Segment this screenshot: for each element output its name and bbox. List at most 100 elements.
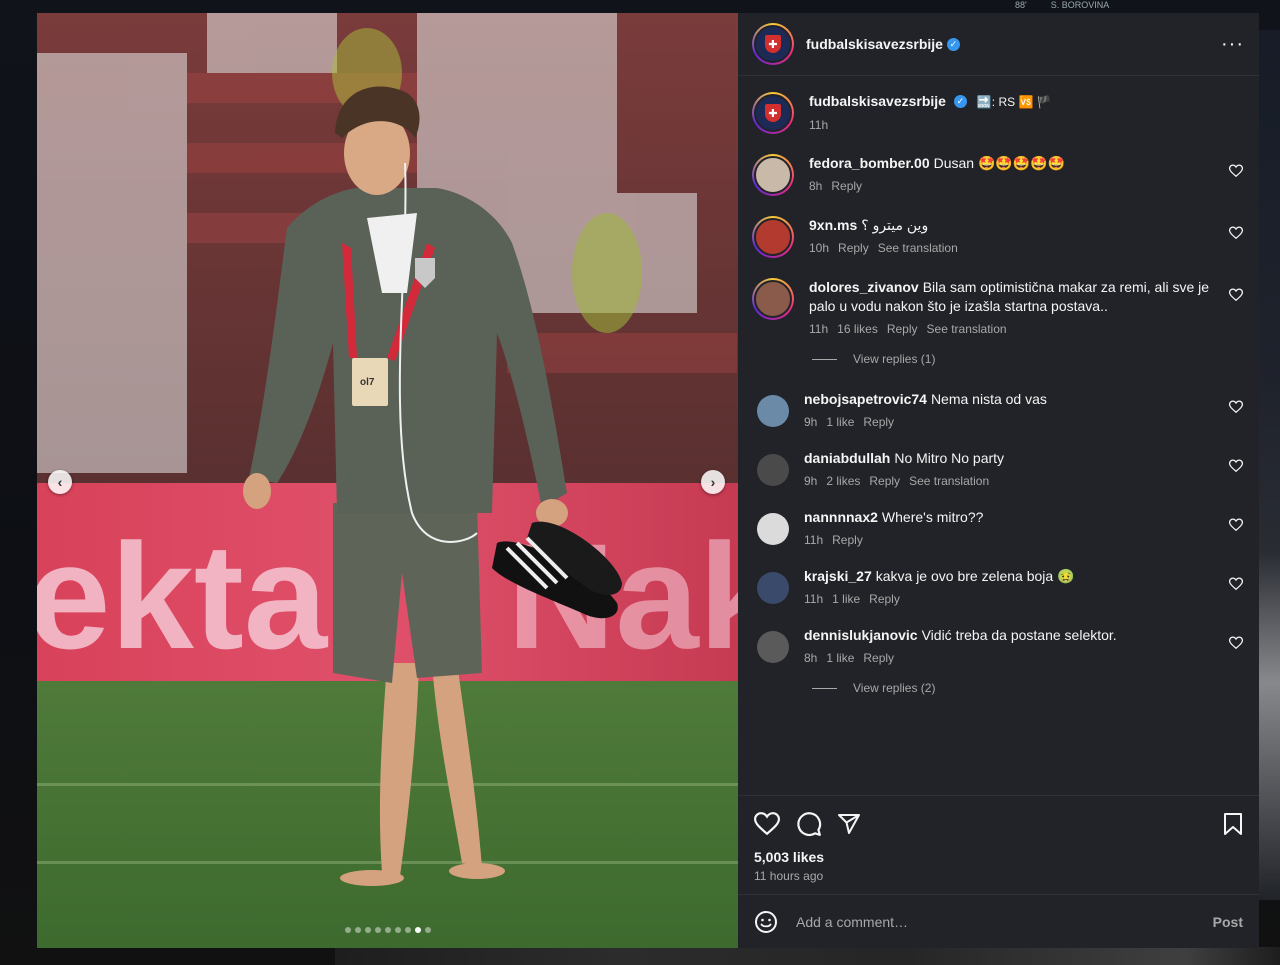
score-minute: 88' (1015, 0, 1027, 10)
comment-reply-button[interactable]: Reply (831, 179, 862, 193)
caption-text: 🔜: RS 🆚 🏴 (976, 95, 1052, 109)
post-comment-button[interactable]: Post (1213, 914, 1243, 930)
view-replies-line (812, 687, 837, 689)
comment-reply-button[interactable]: Reply (869, 474, 900, 488)
carousel-dot (394, 927, 401, 933)
comment-avatar[interactable] (757, 631, 789, 663)
comment-avatar[interactable] (752, 216, 794, 258)
comment-likes[interactable]: 16 likes (837, 322, 878, 336)
comment-reply-button[interactable]: Reply (838, 241, 869, 255)
verified-icon: ✓ (946, 37, 960, 51)
post-header: ✚ fudbalskisavezsrbije ✓ ··· (738, 13, 1259, 76)
comment-reply-button[interactable]: Reply (832, 533, 863, 547)
see-translation-button[interactable]: See translation (927, 322, 1007, 336)
comment-text: Dusan 🤩🤩🤩🤩🤩 (933, 155, 1066, 171)
comment-likes[interactable]: 1 like (826, 415, 854, 429)
comment-like-heart-icon[interactable] (1229, 636, 1243, 650)
comment-text: Vidić treba da postane selektor. (921, 627, 1117, 643)
comment-like-heart-icon[interactable] (1229, 400, 1243, 414)
post-modal: ektar Nakt (37, 13, 1259, 948)
post-time-ago: 11 hours ago (754, 869, 824, 883)
post-photo: ektar Nakt (37, 13, 738, 948)
comment-text: Nema nista od vas (930, 391, 1047, 407)
view-replies-button[interactable]: View replies (2) (812, 681, 1244, 695)
carousel-prev-button[interactable]: ‹ (48, 470, 72, 494)
comment-like-heart-icon[interactable] (1229, 577, 1243, 591)
carousel-dot (374, 927, 381, 933)
carousel-dot (384, 927, 391, 933)
comment-username[interactable]: dennislukjanovic (804, 627, 918, 643)
comment-username[interactable]: dolores_zivanov (809, 279, 919, 295)
background-feed-bottom (335, 947, 1280, 965)
fss-crest-icon: ✚ (765, 104, 781, 122)
comment-like-heart-icon[interactable] (1229, 164, 1243, 178)
comment-avatar[interactable] (757, 454, 789, 486)
comment-username[interactable]: nannnnax2 (804, 509, 878, 525)
send-icon[interactable] (837, 812, 861, 836)
view-replies-label: View replies (1) (853, 352, 936, 366)
comment-time: 8h (809, 179, 823, 193)
comment-avatar[interactable] (752, 278, 794, 320)
comment-input[interactable] (796, 913, 1213, 930)
author-username[interactable]: fudbalskisavezsrbije ✓ (806, 36, 960, 52)
comment-reply-button[interactable]: Reply (863, 651, 894, 665)
carousel-dot (414, 927, 421, 933)
post-side-panel: ✚ fudbalskisavezsrbije ✓ ··· ✚ fudbalskis… (738, 13, 1259, 948)
more-options-icon[interactable]: ··· (1221, 33, 1244, 56)
caption-author-avatar[interactable]: ✚ (752, 92, 794, 134)
comment-text: kakva je ovo bre zelena boja 🤢 (875, 568, 1075, 584)
comment-time: 11h (804, 533, 824, 547)
comment-username[interactable]: 9xn.ms (809, 217, 857, 233)
comment-username[interactable]: daniabdullah (804, 450, 890, 466)
comment-like-heart-icon[interactable] (1229, 459, 1243, 473)
comment-like-heart-icon[interactable] (1229, 226, 1243, 240)
comment-likes[interactable]: 1 like (832, 592, 860, 606)
verified-icon: ✓ (953, 94, 967, 108)
comment-item: fedora_bomber.00 Dusan 🤩🤩🤩🤩🤩 8h Reply (752, 152, 1244, 196)
comment-likes[interactable]: 1 like (826, 651, 854, 665)
comment-username[interactable]: krajski_27 (804, 568, 872, 584)
emoji-icon[interactable] (754, 910, 778, 934)
author-avatar[interactable]: ✚ (752, 23, 794, 65)
caption-username[interactable]: fudbalskisavezsrbije (809, 93, 946, 109)
comment-item: krajski_27 kakva je ovo bre zelena boja 🤢… (752, 565, 1244, 606)
likes-count[interactable]: 5,003 likes (754, 849, 1244, 865)
comment-avatar[interactable] (757, 572, 789, 604)
carousel-dot (354, 927, 361, 933)
score-player: S. BOROVINA (1050, 0, 1110, 10)
comment-item: dennislukjanovic Vidić treba da postane s… (752, 624, 1244, 665)
bookmark-icon[interactable] (1222, 812, 1244, 836)
carousel-dot (344, 927, 351, 933)
comment-icon[interactable] (796, 811, 822, 837)
carousel-dot (364, 927, 371, 933)
comment-avatar[interactable] (752, 154, 794, 196)
comment-username[interactable]: nebojsapetrovic74 (804, 391, 927, 407)
comment-avatar[interactable] (757, 513, 789, 545)
post-caption: ✚ fudbalskisavezsrbije ✓ 🔜: RS 🆚 🏴 11h (752, 90, 1244, 134)
fss-crest-icon: ✚ (765, 35, 781, 53)
comment-reply-button[interactable]: Reply (863, 415, 894, 429)
comment-like-heart-icon[interactable] (1229, 518, 1243, 532)
comment-like-heart-icon[interactable] (1229, 288, 1243, 302)
comment-avatar[interactable] (757, 395, 789, 427)
comment-reply-button[interactable]: Reply (887, 322, 918, 336)
heart-icon[interactable] (754, 812, 780, 836)
comment-item: nebojsapetrovic74 Nema nista od vas 9h 1 li… (752, 388, 1244, 429)
comments-list[interactable]: ✚ fudbalskisavezsrbije ✓ 🔜: RS 🆚 🏴 11h fe… (738, 76, 1259, 795)
comment-username[interactable]: fedora_bomber.00 (809, 155, 930, 171)
comment-text: No Mitro No party (894, 450, 1005, 466)
view-replies-line (812, 358, 837, 360)
see-translation-button[interactable]: See translation (878, 241, 958, 255)
comment-time: 11h (804, 592, 824, 606)
view-replies-button[interactable]: View replies (1) (812, 352, 1244, 366)
author-username-text: fudbalskisavezsrbije (806, 36, 943, 52)
caption-time: 11h (809, 118, 829, 132)
comment-likes[interactable]: 2 likes (826, 474, 860, 488)
post-actions: 5,003 likes 11 hours ago (738, 795, 1259, 894)
comment-text: وين ميترو ؟ (861, 217, 929, 233)
see-translation-button[interactable]: See translation (909, 474, 989, 488)
comment-time: 8h (804, 651, 818, 665)
carousel-next-button[interactable]: › (701, 470, 725, 494)
comment-reply-button[interactable]: Reply (869, 592, 900, 606)
carousel-dot (424, 927, 431, 933)
